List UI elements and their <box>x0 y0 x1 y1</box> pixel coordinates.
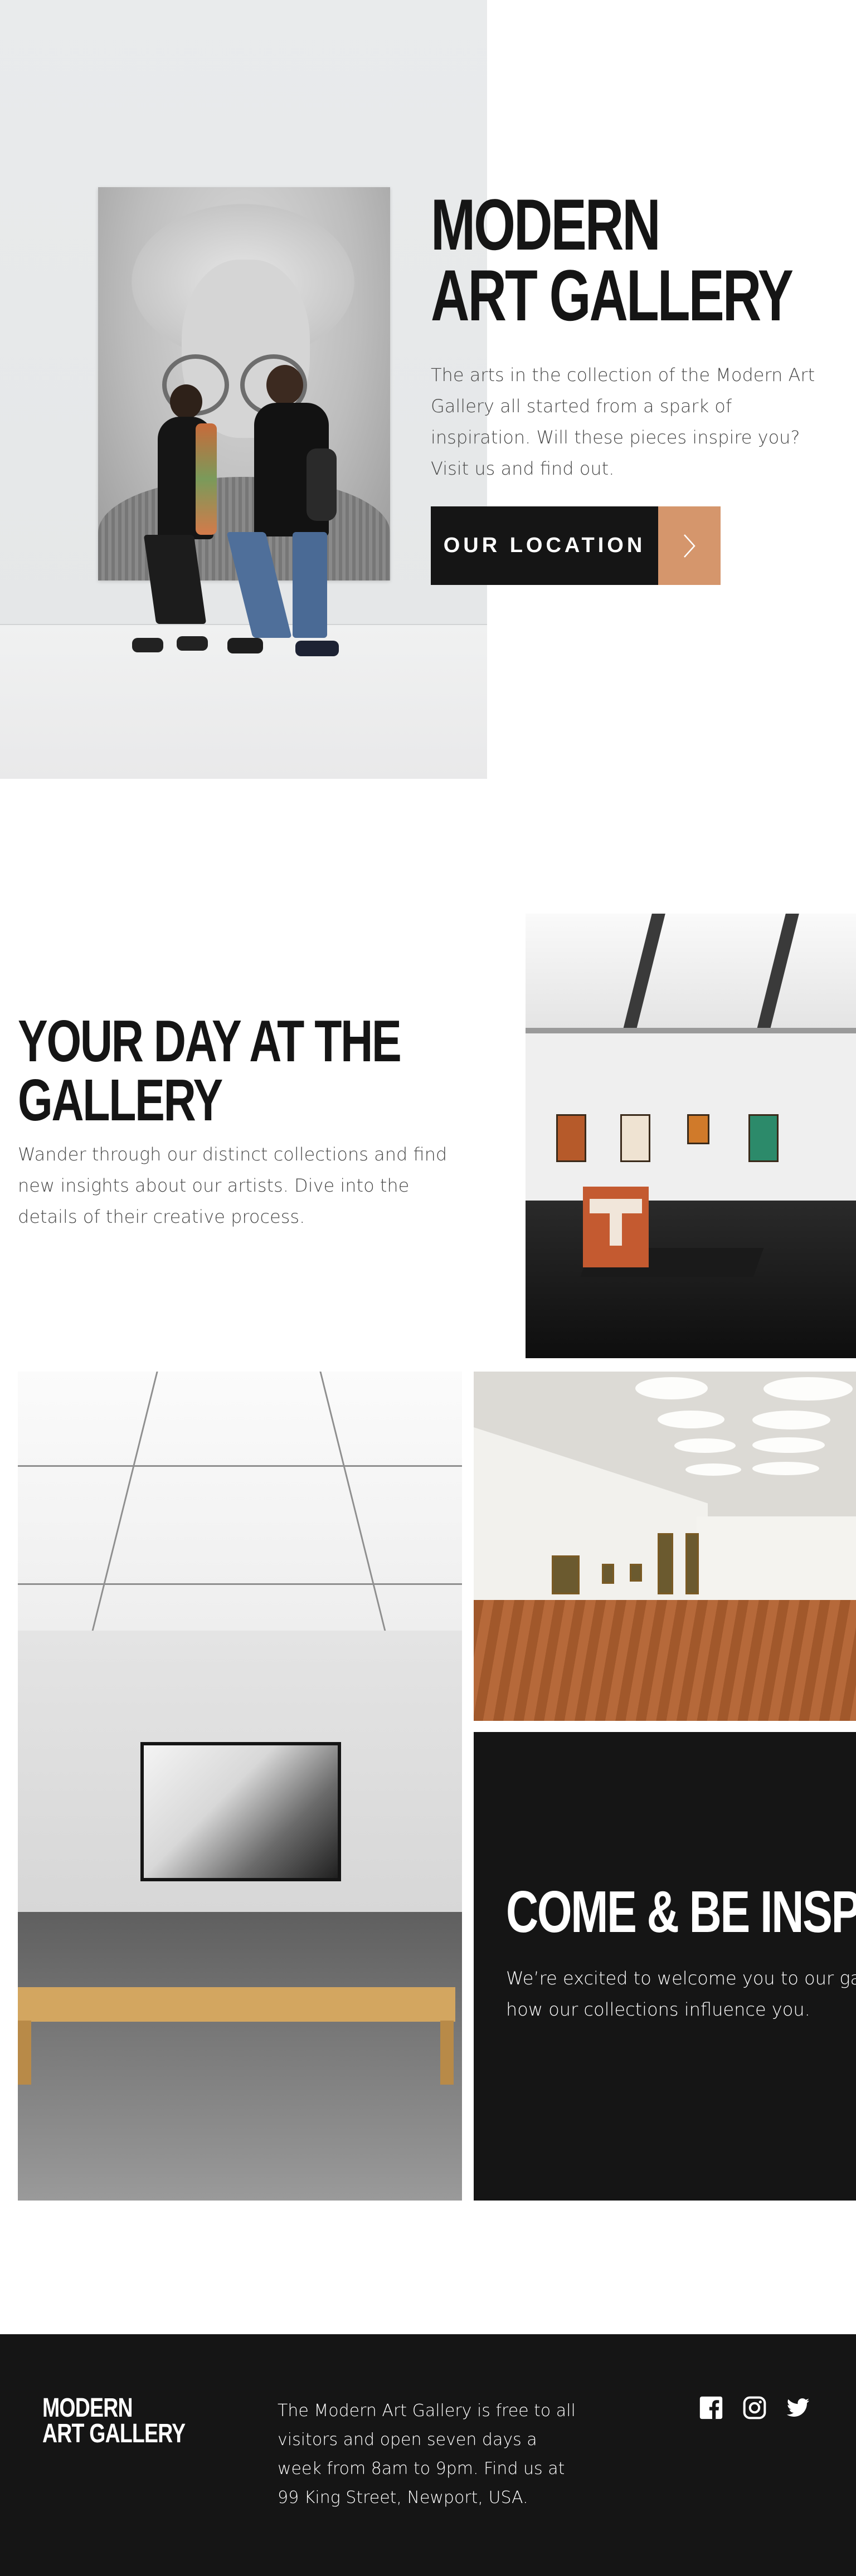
inspire-description: We’re excited to welcome you to our gall… <box>506 1968 856 2020</box>
footer-description: The Modern Art Gallery is free to all vi… <box>278 2401 576 2507</box>
our-location-label: OUR LOCATION <box>431 506 658 585</box>
day-title-line2: GALLERY <box>18 1067 223 1133</box>
our-location-button[interactable]: OUR LOCATION <box>431 506 721 585</box>
footer-logo-line1: MODERN <box>42 2393 133 2423</box>
wooden-floor-gallery-image <box>474 1372 856 1721</box>
inspire-title: COME & BE INSPIRED <box>506 1879 856 1945</box>
hero-description: The arts in the collection of the Modern… <box>431 364 815 479</box>
instagram-icon[interactable] <box>742 2396 767 2420</box>
day-section-title: YOUR DAY AT THE GALLERY <box>18 1008 402 1133</box>
gallery-hall-image <box>526 914 856 1358</box>
day-title-line1: YOUR DAY AT THE <box>18 1008 402 1074</box>
footer: MODERN ART GALLERY The Modern Art Galler… <box>0 2334 856 2576</box>
bench-room-image <box>18 1372 462 2201</box>
inspire-panel: COME & BE INSPIRED We’re excited to welc… <box>474 1732 856 2201</box>
chevron-right-icon <box>658 506 721 585</box>
day-section-description: Wander through our distinct collections … <box>18 1144 448 1227</box>
footer-logo-line2: ART GALLERY <box>42 2418 186 2448</box>
hero-title: MODERN ART GALLERY <box>431 184 794 336</box>
portrait-artwork <box>98 187 390 580</box>
hero-image <box>0 0 487 779</box>
hero-title-line1: MODERN <box>431 184 661 265</box>
footer-logo[interactable]: MODERN ART GALLERY <box>42 2393 186 2448</box>
facebook-icon[interactable] <box>699 2396 723 2420</box>
hero-title-line2: ART GALLERY <box>431 255 794 336</box>
twitter-icon[interactable] <box>786 2396 810 2420</box>
